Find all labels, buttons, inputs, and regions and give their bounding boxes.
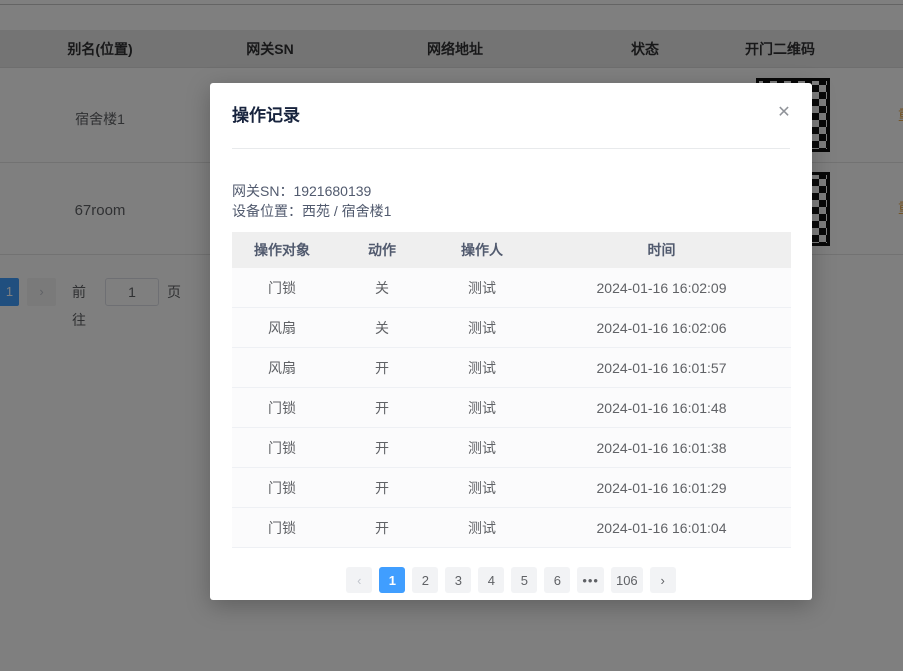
col-action: 动作 <box>332 240 432 260</box>
cell-time: 2024-01-16 16:01:04 <box>532 520 791 536</box>
cell-time: 2024-01-16 16:02:09 <box>532 280 791 296</box>
gateway-sn-line: 网关SN：1921680139 <box>232 181 391 201</box>
col-target: 操作对象 <box>232 240 332 260</box>
cell-operator: 测试 <box>432 398 532 418</box>
cell-target: 门锁 <box>232 278 332 298</box>
cell-action: 关 <box>332 278 432 298</box>
page-button-5[interactable]: 5 <box>511 567 537 593</box>
cell-target: 门锁 <box>232 398 332 418</box>
location-value: 西苑 / 宿舍楼1 <box>302 203 391 219</box>
cell-action: 开 <box>332 358 432 378</box>
cell-time: 2024-01-16 16:01:57 <box>532 360 791 376</box>
cell-action: 开 <box>332 438 432 458</box>
cell-target: 风扇 <box>232 358 332 378</box>
title-divider <box>232 148 790 149</box>
table-row: 门锁 开 测试 2024-01-16 16:01:29 <box>232 468 791 508</box>
prev-page-icon[interactable]: ‹ <box>346 567 372 593</box>
cell-operator: 测试 <box>432 518 532 538</box>
cell-target: 门锁 <box>232 478 332 498</box>
page-button-3[interactable]: 3 <box>445 567 471 593</box>
cell-time: 2024-01-16 16:02:06 <box>532 320 791 336</box>
gateway-sn-value: 1921680139 <box>293 183 371 199</box>
page-button-106[interactable]: 106 <box>611 567 643 593</box>
cell-action: 开 <box>332 478 432 498</box>
cell-time: 2024-01-16 16:01:38 <box>532 440 791 456</box>
table-row: 门锁 开 测试 2024-01-16 16:01:48 <box>232 388 791 428</box>
cell-action: 关 <box>332 318 432 338</box>
cell-operator: 测试 <box>432 318 532 338</box>
cell-target: 门锁 <box>232 518 332 538</box>
table-row: 门锁 开 测试 2024-01-16 16:01:38 <box>232 428 791 468</box>
cell-operator: 测试 <box>432 278 532 298</box>
device-info: 网关SN：1921680139 设备位置：西苑 / 宿舍楼1 <box>232 181 391 221</box>
operation-log-dialog: 操作记录 ✕ 网关SN：1921680139 设备位置：西苑 / 宿舍楼1 操作… <box>210 83 812 600</box>
cell-time: 2024-01-16 16:01:29 <box>532 480 791 496</box>
page-button-1[interactable]: 1 <box>379 567 405 593</box>
cell-target: 门锁 <box>232 438 332 458</box>
location-line: 设备位置：西苑 / 宿舍楼1 <box>232 201 391 221</box>
cell-operator: 测试 <box>432 478 532 498</box>
table-row: 风扇 关 测试 2024-01-16 16:02:06 <box>232 308 791 348</box>
close-icon[interactable]: ✕ <box>774 103 794 123</box>
col-time: 时间 <box>532 240 791 260</box>
cell-target: 风扇 <box>232 318 332 338</box>
cell-action: 开 <box>332 518 432 538</box>
page-button-2[interactable]: 2 <box>412 567 438 593</box>
cell-operator: 测试 <box>432 438 532 458</box>
table-row: 门锁 关 测试 2024-01-16 16:02:09 <box>232 268 791 308</box>
table-row: 门锁 开 测试 2024-01-16 16:01:04 <box>232 508 791 548</box>
operation-table: 操作对象 动作 操作人 时间 门锁 关 测试 2024-01-16 16:02:… <box>232 232 791 548</box>
modal-pagination: ‹ 1 2 3 4 5 6 ••• 106 › <box>210 567 812 593</box>
next-page-icon[interactable]: › <box>650 567 676 593</box>
dialog-title: 操作记录 <box>232 101 300 126</box>
cell-time: 2024-01-16 16:01:48 <box>532 400 791 416</box>
col-operator: 操作人 <box>432 240 532 260</box>
screen: 别名(位置) 网关SN 网络地址 状态 开门二维码 宿舍楼1 重置 67room… <box>0 0 903 671</box>
cell-operator: 测试 <box>432 358 532 378</box>
more-pages-icon[interactable]: ••• <box>577 567 604 593</box>
page-button-6[interactable]: 6 <box>544 567 570 593</box>
operation-table-header: 操作对象 动作 操作人 时间 <box>232 232 791 268</box>
cell-action: 开 <box>332 398 432 418</box>
gateway-sn-label: 网关SN： <box>232 183 293 199</box>
location-label: 设备位置： <box>232 203 302 219</box>
table-row: 风扇 开 测试 2024-01-16 16:01:57 <box>232 348 791 388</box>
page-button-4[interactable]: 4 <box>478 567 504 593</box>
